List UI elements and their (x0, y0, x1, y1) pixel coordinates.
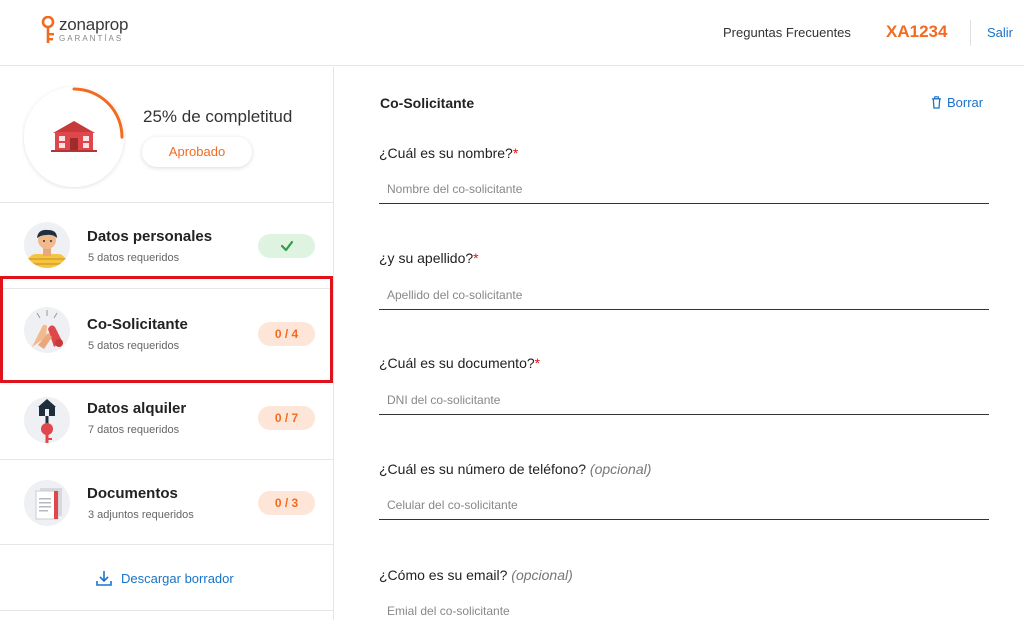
phone-input[interactable] (379, 490, 989, 520)
step-subtitle: 3 adjuntos requeridos (88, 509, 194, 521)
download-label: Descargar borrador (121, 570, 234, 586)
step-title: Datos alquiler (87, 400, 187, 417)
documents-icon (24, 480, 70, 526)
first-name-label: ¿Cuál es su nombre?* (379, 145, 519, 161)
step-subtitle: 5 datos requeridos (88, 252, 180, 264)
step-subtitle: 5 datos requeridos (88, 340, 180, 352)
checkmark-icon (280, 240, 293, 252)
step-title: Documentos (87, 485, 178, 502)
faq-link[interactable]: Preguntas Frecuentes (723, 25, 851, 40)
last-name-input[interactable] (379, 280, 989, 310)
step-complete-badge (258, 234, 315, 258)
person-avatar-icon (24, 222, 70, 268)
house-key-icon (24, 397, 70, 443)
delete-button[interactable]: Borrar (931, 95, 983, 110)
progress-card: 25% de completitud Aprobado (0, 67, 333, 203)
first-name-input[interactable] (379, 174, 989, 204)
logout-link[interactable]: Salir (987, 25, 1013, 40)
logo-wordmark: zonaprop (59, 15, 129, 34)
sidebar-divider (0, 610, 333, 611)
top-header: zonaprop GARANTÍAS Preguntas Frecuentes … (0, 0, 1024, 66)
step-title: Co-Solicitante (87, 316, 188, 333)
document-label: ¿Cuál es su documento?* (379, 355, 541, 371)
step-progress-badge: 0 / 7 (258, 406, 315, 430)
email-input[interactable] (379, 596, 989, 620)
progress-percentage: 25% de completitud (143, 107, 293, 126)
step-datos-alquiler[interactable]: Datos alquiler 7 datos requeridos 0 / 7 (0, 375, 333, 460)
step-title: Datos personales (87, 228, 213, 245)
zonaprop-logo[interactable]: zonaprop GARANTÍAS (40, 16, 128, 46)
delete-label: Borrar (947, 95, 984, 110)
key-pin-icon (41, 16, 55, 43)
logo-subtitle: GARANTÍAS (59, 34, 124, 43)
high-five-icon (24, 307, 70, 353)
step-documentos[interactable]: Documentos 3 adjuntos requeridos 0 / 3 (0, 460, 333, 545)
last-name-label: ¿y su apellido?* (379, 250, 479, 266)
form-title: Co-Solicitante (380, 95, 475, 111)
header-divider (970, 20, 971, 46)
phone-label: ¿Cuál es su número de teléfono? (opciona… (379, 461, 652, 477)
status-badge: Aprobado (142, 137, 252, 167)
step-co-solicitante[interactable]: Co-Solicitante 5 datos requeridos 0 / 4 (0, 276, 333, 383)
user-code: XA1234 (886, 22, 948, 41)
progress-ring (24, 87, 124, 187)
step-progress-badge: 0 / 3 (258, 491, 315, 515)
download-icon (96, 571, 112, 586)
step-progress-badge: 0 / 4 (258, 322, 315, 346)
document-input[interactable] (379, 385, 989, 415)
steps-sidebar: 25% de completitud Aprobado Datos person… (0, 67, 334, 620)
trash-icon (931, 96, 942, 109)
download-draft-button[interactable]: Descargar borrador (95, 569, 234, 587)
step-subtitle: 7 datos requeridos (88, 424, 180, 436)
email-label: ¿Cómo es su email? (opcional) (379, 567, 573, 583)
